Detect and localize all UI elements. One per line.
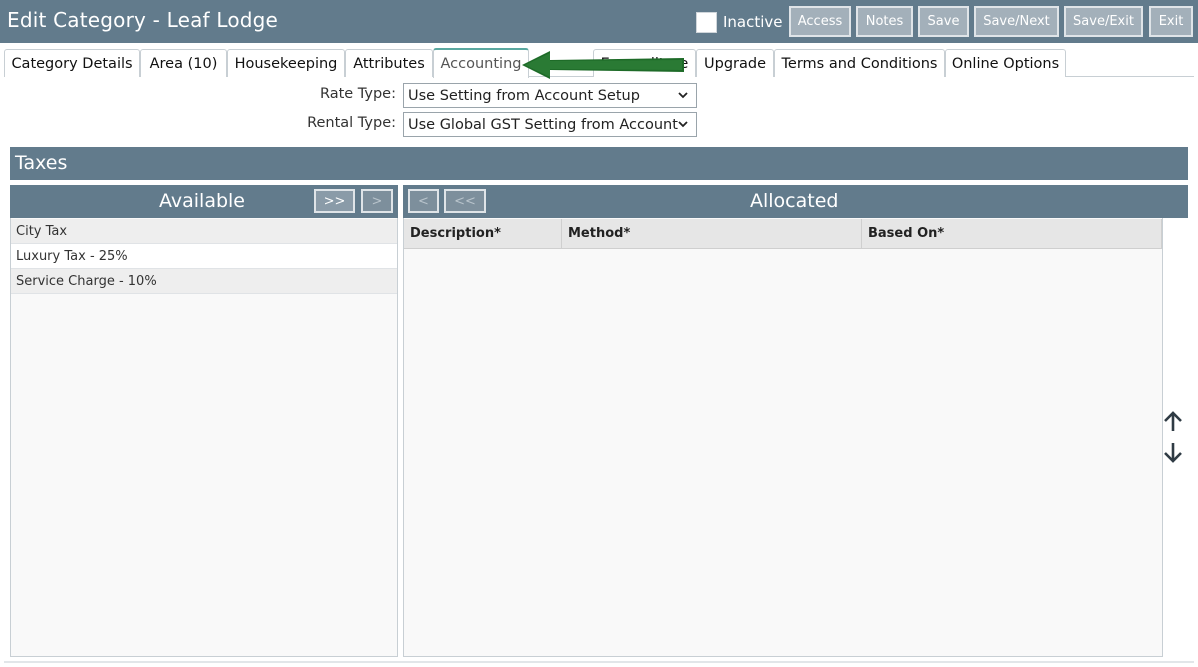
tab-attributes[interactable]: Attributes (345, 49, 433, 77)
rental-type-select[interactable]: Use Global GST Setting from Account (403, 112, 697, 137)
column-header-description[interactable]: Description* (404, 219, 562, 249)
bottom-divider (4, 661, 1194, 663)
tab-area[interactable]: Area (10) (140, 49, 227, 77)
rate-type-value: Use Setting from Account Setup (408, 87, 640, 104)
list-item[interactable]: City Tax (11, 219, 397, 244)
save-next-button[interactable]: Save/Next (974, 6, 1059, 37)
tab-upgrade[interactable]: Upgrade (696, 49, 774, 77)
available-title: Available (159, 190, 246, 212)
save-button[interactable]: Save (918, 6, 969, 37)
rate-type-label: Rate Type: (319, 86, 396, 102)
arrow-up-icon[interactable] (1162, 408, 1184, 434)
remove-button[interactable]: < (408, 189, 439, 213)
allocated-panel (403, 185, 1163, 657)
access-button[interactable]: Access (789, 6, 851, 37)
chevron-down-icon (678, 115, 688, 136)
rate-type-select[interactable]: Use Setting from Account Setup (403, 83, 697, 108)
arrow-down-icon[interactable] (1162, 440, 1184, 466)
tab-accounting[interactable]: Accounting (433, 48, 529, 78)
tab-housekeeping[interactable]: Housekeeping (227, 49, 345, 77)
taxes-title: Taxes (15, 152, 68, 174)
page-title: Edit Category - Leaf Lodge (7, 8, 279, 32)
list-item[interactable]: Service Charge - 10% (11, 269, 397, 294)
taxes-section-bar (10, 147, 1188, 180)
tab-category-details[interactable]: Category Details (4, 49, 140, 77)
add-all-button[interactable]: >> (314, 189, 355, 213)
rental-type-label: Rental Type: (307, 115, 396, 131)
tab-expenditure[interactable]: Expenditure (593, 49, 696, 77)
inactive-label: Inactive (723, 13, 783, 31)
remove-all-button[interactable]: << (444, 189, 486, 213)
tab-terms-and-conditions[interactable]: Terms and Conditions (774, 49, 945, 77)
save-exit-button[interactable]: Save/Exit (1064, 6, 1143, 37)
allocated-title: Allocated (750, 190, 839, 212)
rental-type-value: Use Global GST Setting from Account (408, 116, 678, 133)
chevron-down-icon (678, 86, 688, 107)
list-item[interactable]: Luxury Tax - 25% (11, 244, 397, 269)
column-header-based-on[interactable]: Based On* (862, 219, 1162, 249)
tab-online-options[interactable]: Online Options (945, 49, 1066, 77)
column-header-method[interactable]: Method* (562, 219, 862, 249)
notes-button[interactable]: Notes (856, 6, 913, 37)
add-button[interactable]: > (361, 189, 393, 213)
exit-button[interactable]: Exit (1149, 6, 1193, 37)
inactive-checkbox[interactable] (696, 12, 717, 33)
